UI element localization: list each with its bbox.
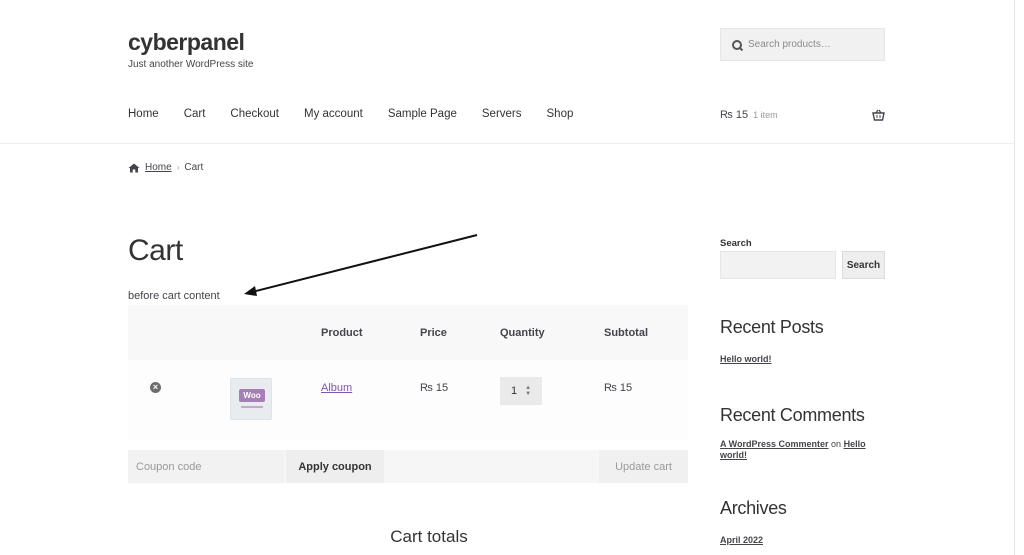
sidebar-search-button[interactable]: Search [842, 251, 885, 279]
site-tagline: Just another WordPress site [128, 59, 254, 70]
nav-cart[interactable]: Cart [184, 108, 206, 120]
cart-table: Product Price Quantity Subtotal × [128, 305, 688, 440]
update-cart-button[interactable]: Update cart [599, 450, 688, 483]
product-thumbnail[interactable]: Woo [230, 378, 272, 420]
recent-comments-title: Recent Comments [720, 405, 865, 425]
column-price: Price [420, 327, 447, 339]
cart-actions: Apply coupon Update cart [128, 450, 688, 483]
column-quantity: Quantity [500, 327, 545, 339]
nav-shop[interactable]: Shop [547, 108, 574, 120]
product-search-box[interactable] [720, 28, 885, 61]
cart-table-header: Product Price Quantity Subtotal [128, 305, 688, 360]
recent-posts-title: Recent Posts [720, 317, 824, 337]
quantity-value: 1 [510, 385, 518, 397]
quantity-spinner-icon[interactable]: ▲ ▼ [525, 385, 531, 397]
comment-on-text: on [831, 439, 842, 449]
cart-item-row: × [128, 360, 688, 440]
home-icon [128, 163, 140, 172]
nav-checkout[interactable]: Checkout [230, 108, 279, 120]
product-search-input[interactable] [748, 39, 878, 50]
sidebar-search-input[interactable] [720, 251, 836, 279]
comment-author-link[interactable]: A WordPress Commenter [720, 439, 829, 449]
archive-link[interactable]: April 2022 [720, 535, 763, 545]
column-subtotal: Subtotal [604, 327, 648, 339]
remove-item-icon[interactable]: × [150, 382, 161, 393]
breadcrumb-current: Cart [184, 162, 204, 173]
coupon-code-input[interactable] [128, 450, 284, 483]
header-mini-cart[interactable]: ₨ 15 1 item [720, 109, 885, 121]
cart-totals-heading: Cart totals [390, 527, 468, 546]
breadcrumb-home-link[interactable]: Home [145, 162, 172, 173]
nav-my-account[interactable]: My account [304, 108, 363, 120]
nav-home[interactable]: Home [128, 108, 159, 120]
primary-navigation: Home Cart Checkout My account Sample Pag… [128, 108, 598, 120]
column-product: Product [321, 327, 363, 339]
sidebar-search-label: Search [720, 238, 752, 249]
mini-cart-count: 1 item [753, 110, 778, 120]
recent-post-link[interactable]: Hello world! [720, 354, 772, 364]
nav-sample-page[interactable]: Sample Page [388, 108, 457, 120]
quantity-stepper[interactable]: 1 ▲ ▼ [500, 377, 542, 405]
woo-logo: Woo [239, 389, 265, 402]
site-header: cyberpanel Just another WordPress site H… [0, 0, 1014, 144]
breadcrumb-separator: › [176, 163, 180, 172]
product-subtotal: ₨ 15 [604, 382, 633, 394]
mini-cart-amount: ₨ 15 [720, 109, 749, 121]
page-title: Cart [128, 234, 183, 267]
thumbnail-decoration [241, 406, 263, 408]
basket-icon [872, 109, 885, 121]
archives-title: Archives [720, 498, 787, 518]
product-name-link[interactable]: Album [321, 382, 352, 394]
site-title[interactable]: cyberpanel [128, 29, 245, 56]
product-price: ₨ 15 [420, 382, 449, 394]
before-cart-content: before cart content [128, 290, 220, 302]
search-icon [732, 39, 742, 50]
page-scrollbar[interactable] [1014, 0, 1024, 555]
nav-servers[interactable]: Servers [482, 108, 522, 120]
apply-coupon-button[interactable]: Apply coupon [286, 450, 384, 483]
recent-comment: A WordPress Commenter on Hello world! [720, 439, 885, 461]
breadcrumb: Home › Cart [128, 162, 203, 173]
